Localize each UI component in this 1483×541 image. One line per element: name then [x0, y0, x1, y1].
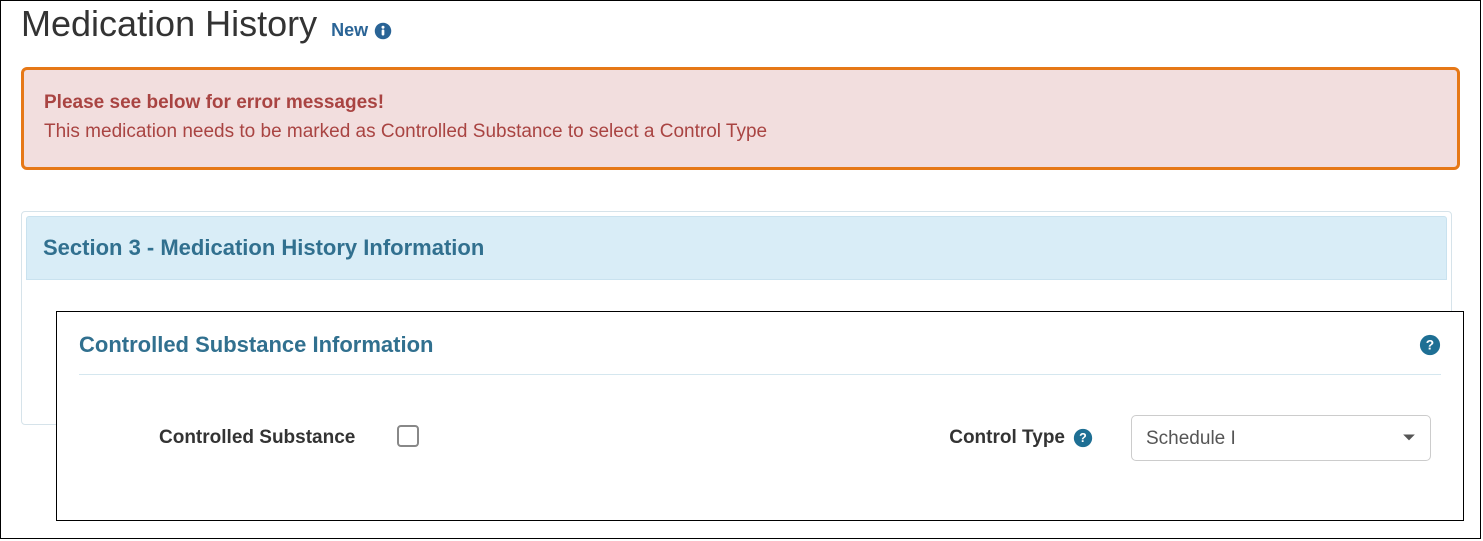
page-heading-row: Medication History New [1, 1, 1480, 45]
controlled-substance-checkbox-wrap [397, 425, 419, 452]
form-row: Controlled Substance Control Type ? Sche… [79, 415, 1441, 461]
subsection-title: Controlled Substance Information [79, 332, 433, 358]
control-type-label: Control Type [949, 427, 1065, 449]
subsection-panel: Controlled Substance Information ? Contr… [56, 311, 1464, 521]
controlled-substance-label: Controlled Substance [159, 427, 355, 449]
page-frame: Medication History New Please see below … [0, 0, 1481, 539]
page-title: Medication History [21, 3, 317, 45]
error-alert: Please see below for error messages! Thi… [21, 67, 1460, 170]
info-icon[interactable] [374, 22, 392, 40]
error-alert-message: This medication needs to be marked as Co… [44, 117, 1437, 146]
help-icon[interactable]: ? [1073, 428, 1093, 448]
control-type-label-wrap: Control Type ? [949, 427, 1093, 449]
svg-text:?: ? [1426, 338, 1434, 353]
controlled-substance-checkbox[interactable] [397, 425, 419, 447]
section-header: Section 3 - Medication History Informati… [26, 216, 1447, 280]
control-type-select-wrap: Schedule I [1131, 415, 1431, 461]
new-badge[interactable]: New [331, 20, 392, 41]
control-type-select[interactable]: Schedule I [1131, 415, 1431, 461]
subsection-header-row: Controlled Substance Information ? [79, 332, 1441, 375]
new-badge-label: New [331, 20, 368, 41]
help-icon[interactable]: ? [1419, 334, 1441, 356]
svg-text:?: ? [1079, 431, 1087, 445]
error-alert-title: Please see below for error messages! [44, 88, 1437, 117]
